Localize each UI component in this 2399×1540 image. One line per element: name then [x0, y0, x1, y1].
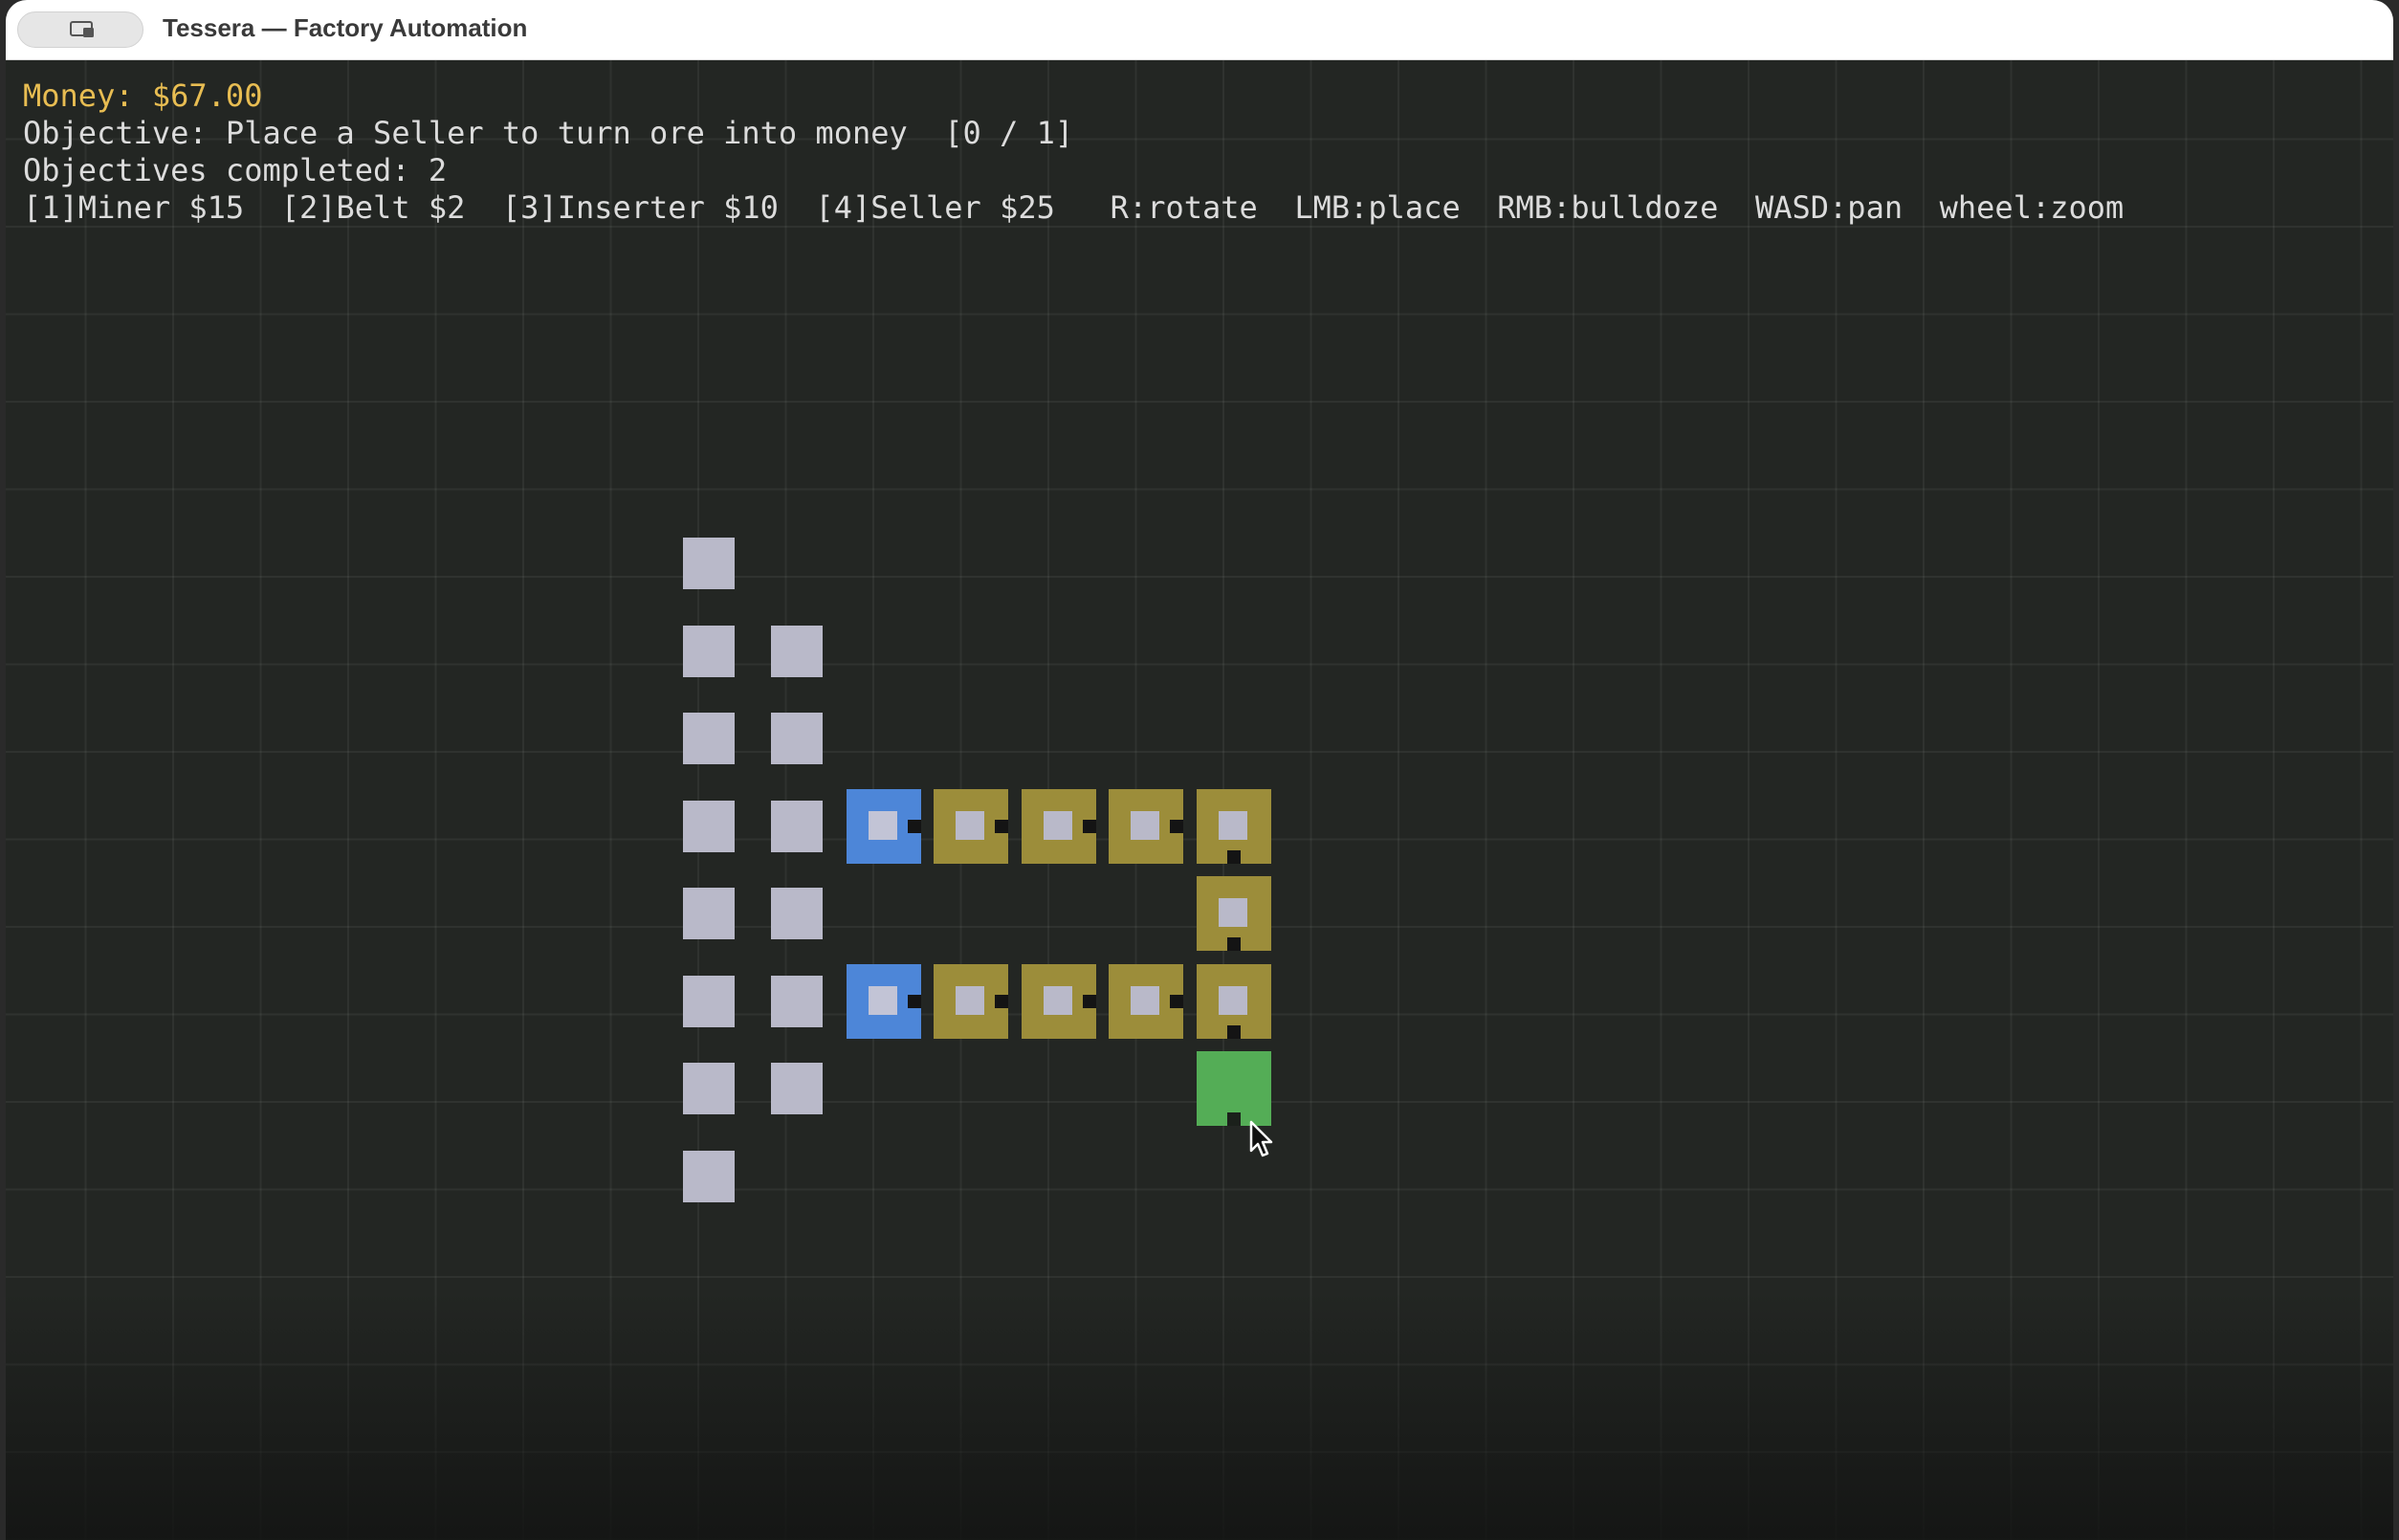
- game-viewport[interactable]: Money: $67.00 Objective: Place a Seller t…: [6, 60, 2393, 1540]
- controls-help: [1]Miner $15 [2]Belt $2 [3]Inserter $10 …: [23, 189, 2124, 226]
- ore-item: [1131, 811, 1159, 840]
- direction-east-marker: [995, 995, 1008, 1008]
- direction-south-marker: [1227, 937, 1241, 951]
- belt-tile[interactable]: [1197, 964, 1271, 1039]
- direction-east-marker: [1170, 820, 1183, 833]
- vignette-overlay: [6, 1291, 2393, 1540]
- ore-tile[interactable]: [771, 1063, 823, 1114]
- display-icon: [70, 21, 94, 37]
- direction-east-marker: [908, 820, 921, 833]
- app-window: Tessera — Factory Automation Money: $67.…: [6, 0, 2393, 1540]
- belt-tile[interactable]: [1197, 789, 1271, 864]
- ore-tile[interactable]: [683, 713, 735, 764]
- ore-tile[interactable]: [771, 888, 823, 939]
- ore-item: [956, 811, 984, 840]
- ore-tile[interactable]: [683, 976, 735, 1027]
- ore-item: [1219, 811, 1247, 840]
- ore-item: [1044, 811, 1072, 840]
- direction-east-marker: [1083, 820, 1096, 833]
- direction-east-marker: [1170, 995, 1183, 1008]
- ore-item: [1044, 986, 1072, 1015]
- ore-tile[interactable]: [683, 801, 735, 852]
- money-readout: Money: $67.00: [23, 77, 263, 114]
- hud: Money: $67.00 Objective: Place a Seller t…: [23, 77, 2124, 227]
- ore-tile[interactable]: [771, 801, 823, 852]
- direction-east-marker: [1083, 995, 1096, 1008]
- ore-tile[interactable]: [683, 626, 735, 677]
- ore-item: [956, 986, 984, 1015]
- direction-east-marker: [908, 995, 921, 1008]
- direction-east-marker: [995, 820, 1008, 833]
- belt-tile[interactable]: [1022, 964, 1096, 1039]
- belt-tile[interactable]: [1109, 789, 1183, 864]
- seller-placement-preview[interactable]: [1197, 1051, 1271, 1126]
- window-menu-button[interactable]: [17, 11, 143, 48]
- title-bar: Tessera — Factory Automation: [6, 0, 2393, 60]
- miner-building[interactable]: [847, 789, 921, 864]
- belt-tile[interactable]: [1022, 789, 1096, 864]
- belt-tile[interactable]: [934, 789, 1008, 864]
- ore-item: [869, 811, 897, 840]
- mouse-pointer-icon: [1249, 1120, 1273, 1157]
- ore-tile[interactable]: [683, 538, 735, 589]
- belt-tile[interactable]: [1197, 876, 1271, 951]
- ore-item: [1219, 986, 1247, 1015]
- ore-tile[interactable]: [771, 713, 823, 764]
- ore-tile[interactable]: [683, 1063, 735, 1114]
- direction-south-marker: [1227, 1025, 1241, 1039]
- ore-tile[interactable]: [683, 888, 735, 939]
- ore-tile[interactable]: [771, 626, 823, 677]
- ore-item: [1219, 898, 1247, 927]
- ore-item: [1131, 986, 1159, 1015]
- direction-south-marker: [1227, 850, 1241, 864]
- ore-tile[interactable]: [771, 976, 823, 1027]
- miner-building[interactable]: [847, 964, 921, 1039]
- objective-text: Objective: Place a Seller to turn ore in…: [23, 115, 1074, 151]
- ore-tile[interactable]: [683, 1151, 735, 1202]
- ore-item: [869, 986, 897, 1015]
- belt-tile[interactable]: [934, 964, 1008, 1039]
- belt-tile[interactable]: [1109, 964, 1183, 1039]
- objectives-completed: Objectives completed: 2: [23, 152, 448, 188]
- window-title: Tessera — Factory Automation: [163, 13, 528, 42]
- direction-south-marker: [1227, 1112, 1241, 1126]
